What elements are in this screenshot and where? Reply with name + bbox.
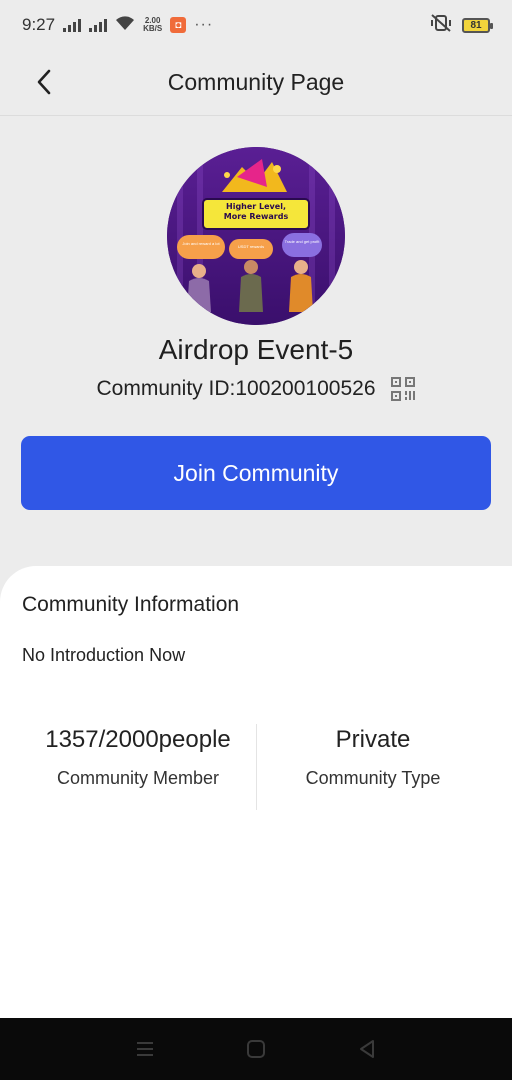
menu-icon xyxy=(137,1042,154,1056)
signal-icon xyxy=(63,18,82,32)
status-bar: 9:27 2.00 KB/S ◘ ··· 81 xyxy=(0,0,512,50)
qr-code-icon xyxy=(390,377,415,401)
community-id: Community ID:100200100526 xyxy=(96,377,376,400)
status-left: 9:27 2.00 KB/S ◘ ··· xyxy=(22,15,213,36)
member-label: Community Member xyxy=(56,768,220,788)
community-type-value: Private xyxy=(335,726,411,753)
page-title: Community Page xyxy=(167,69,345,95)
chevron-left-icon xyxy=(37,69,51,95)
notification-app-icon: ◘ xyxy=(170,17,187,33)
system-nav-bar xyxy=(0,1018,512,1080)
community-id-row: Community ID:100200100526 xyxy=(0,376,512,402)
info-introduction: No Introduction Now xyxy=(22,645,186,665)
back-button[interactable] xyxy=(26,64,62,100)
member-count: 1357/2000people xyxy=(45,726,231,753)
back-triangle-icon xyxy=(359,1040,374,1058)
wifi-icon xyxy=(115,15,135,36)
avatar-people-illustration xyxy=(187,260,313,312)
home-square-icon xyxy=(246,1040,265,1058)
member-stat: 1357/2000people Community Member xyxy=(10,726,266,789)
recent-apps-button[interactable] xyxy=(125,1029,165,1069)
community-type-label: Community Type xyxy=(305,768,441,788)
info-heading: Community Information xyxy=(22,593,240,616)
system-back-button[interactable] xyxy=(347,1029,387,1069)
qr-code-button[interactable] xyxy=(390,376,416,402)
community-info-card: Community Information No Introduction No… xyxy=(0,566,512,1018)
status-right: 81 xyxy=(430,13,493,38)
network-speed: 2.00 KB/S xyxy=(143,17,162,33)
more-notifications: ··· xyxy=(194,16,214,33)
community-avatar: Higher Level, More Rewards Join and rewa… xyxy=(167,147,345,325)
signal-icon-2 xyxy=(89,18,108,32)
community-name: Airdrop Event-5 xyxy=(158,334,354,365)
status-time: 9:27 xyxy=(22,15,56,34)
battery-icon: 81 xyxy=(462,17,493,33)
battery-level: 81 xyxy=(470,19,482,31)
home-button[interactable] xyxy=(236,1029,276,1069)
join-community-button[interactable]: Join Community xyxy=(21,436,491,510)
type-stat: Private Community Type xyxy=(245,726,501,789)
speed-unit: KB/S xyxy=(143,24,163,33)
app-header: Community Page xyxy=(0,50,512,116)
vibrate-off-icon xyxy=(430,13,452,38)
